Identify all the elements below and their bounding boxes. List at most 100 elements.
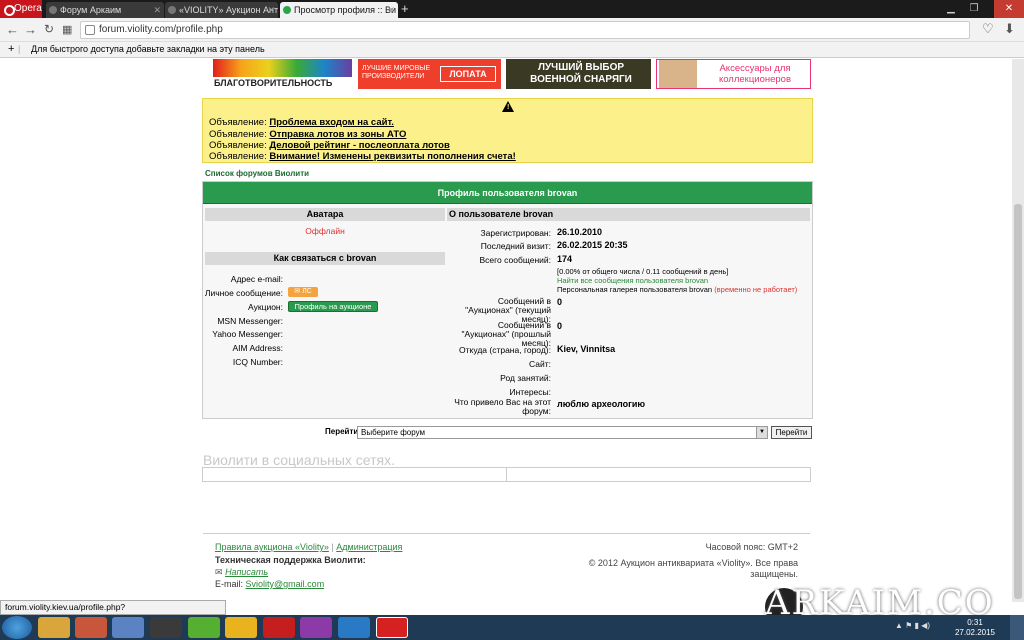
write-link[interactable]: Написать <box>225 567 268 577</box>
forward-icon[interactable]: → <box>24 22 37 37</box>
tab-forum-arkaim[interactable]: Форум Аркаим ✕ <box>46 2 164 18</box>
posts-stats: [0.00% от общего числа / 0.11 сообщений … <box>557 267 729 276</box>
aim-label: AIM Address: <box>232 343 283 353</box>
icq-label: ICQ Number: <box>232 357 283 367</box>
announcement-link[interactable]: Отправка лотов из зоны АТО <box>269 129 406 140</box>
media-player-icon[interactable] <box>75 617 107 638</box>
download-icon[interactable]: ⬇ <box>1004 21 1015 37</box>
steam-icon[interactable] <box>338 617 370 638</box>
url-text: forum.violity.com/profile.php <box>99 24 223 35</box>
close-window-button[interactable]: ✕ <box>994 0 1024 18</box>
support-email: E-mail: Sviolity@gmail.com <box>215 579 324 589</box>
banner-charity[interactable]: БЛАГОТВОРИТЕЛЬНОСТЬ <box>211 59 354 89</box>
banner-accessories[interactable]: Аксессуары для коллекционеров <box>656 59 811 89</box>
auction-label: Аукцион: <box>248 302 283 312</box>
registered-value: 26.10.2010 <box>557 227 603 237</box>
email-link[interactable]: Sviolity@gmail.com <box>246 579 325 589</box>
tab-title: «VIOLITY» Аукцион Анти <box>179 5 278 15</box>
tab-title: Просмотр профиля :: Ви <box>294 5 397 15</box>
explorer-icon[interactable] <box>38 617 70 638</box>
announcement-prefix: Объявление: <box>209 129 267 140</box>
brush-icon[interactable] <box>150 617 182 638</box>
taskbar: ▲ ⚑ ▮ ◀) 0:31 27.02.2015 <box>0 615 1024 640</box>
scrollbar-thumb[interactable] <box>1014 204 1022 599</box>
breadcrumb[interactable]: Список форумов Виолити <box>205 169 309 178</box>
reason-value: люблю археологию <box>557 399 646 409</box>
home-grid-icon[interactable]: ▦ <box>62 23 72 36</box>
opera-menu-button[interactable]: Opera <box>0 0 42 18</box>
shield-icon[interactable] <box>300 617 332 638</box>
support-title: Техническая поддержка Виолити: <box>215 555 366 565</box>
tab-violity-auction[interactable]: «VIOLITY» Аукцион Анти ✕ <box>165 2 278 18</box>
last-visit-label: Последний визит: <box>480 241 551 251</box>
url-input[interactable]: forum.violity.com/profile.php <box>80 21 970 39</box>
gallery-line: Персональная галерея пользователя brovan… <box>557 285 797 294</box>
divider <box>506 468 507 481</box>
clock-time: 0:31 <box>967 618 983 627</box>
opera-active-icon[interactable] <box>376 617 408 638</box>
announcement-link[interactable]: Деловой рейтинг - послеоплата лотов <box>269 140 449 151</box>
banner-lopata[interactable]: ЛУЧШИЕ МИРОВЫЕ ПРОИЗВОДИТЕЛИ ЛОПАТА <box>358 59 501 89</box>
banner-text: ЛУЧШИЙ ВЫБОР ВОЕННОЙ СНАРЯГИ <box>530 62 632 85</box>
show-desktop-button[interactable] <box>1010 615 1024 640</box>
page-icon <box>85 25 95 35</box>
bookmarks-bar: + | Для быстрого доступа добавьте заклад… <box>0 42 1024 58</box>
announcement-link[interactable]: Внимание! Изменены реквизиты пополнения … <box>269 151 515 162</box>
reload-icon[interactable]: ↻ <box>44 22 54 36</box>
forum-select-value: Выберите форум <box>361 428 425 437</box>
heart-icon[interactable]: ♡ <box>982 21 994 37</box>
footer: Правила аукциона «Violity» | Администрац… <box>203 533 810 602</box>
minimize-button[interactable]: ▁ <box>940 0 962 18</box>
chevron-down-icon[interactable]: ▼ <box>756 427 767 438</box>
auction-past-label: Сообщений в "Аукционах" (прошлый месяц): <box>461 320 551 348</box>
mail-icon[interactable] <box>225 617 257 638</box>
contact-header: Как связаться с brovan <box>205 252 445 265</box>
tab-title: Форум Аркаим <box>60 5 122 15</box>
clock[interactable]: 0:31 27.02.2015 <box>950 618 1000 638</box>
plus-icon[interactable] <box>188 617 220 638</box>
photo-icon <box>659 60 697 88</box>
msn-label: MSN Messenger: <box>217 316 283 326</box>
page-viewport: БЛАГОТВОРИТЕЛЬНОСТЬ ЛУЧШИЕ МИРОВЫЕ ПРОИЗ… <box>0 59 1012 602</box>
interests-label: Интересы: <box>509 387 551 397</box>
posts-value: 174 <box>557 254 573 264</box>
close-icon[interactable]: ✕ <box>267 2 275 18</box>
pm-label: Личное сообщение: <box>204 288 283 298</box>
opera-icon[interactable] <box>263 617 295 638</box>
separator: | <box>18 44 21 54</box>
tab-profile-view[interactable]: Просмотр профиля :: Ви ✕ <box>280 2 398 18</box>
auction-past-value: 0 <box>557 321 563 331</box>
social-title: Виолити в социальных сетях. <box>203 452 395 468</box>
find-posts-link[interactable]: Найти все сообщения пользователя brovan <box>557 276 708 285</box>
new-tab-button[interactable]: + <box>401 1 409 16</box>
yahoo-label: Yahoo Messenger: <box>212 329 283 339</box>
gallery-note: (временно не работает) <box>714 285 798 294</box>
gallery-link[interactable]: Персональная галерея пользователя brovan <box>557 285 712 294</box>
bookmarks-hint: Для быстрого доступа добавьте закладки н… <box>31 44 265 54</box>
footer-links: Правила аукциона «Violity» | Администрац… <box>215 542 402 552</box>
tray-icons[interactable]: ▲ ⚑ ▮ ◀) <box>895 621 945 633</box>
admin-link[interactable]: Администрация <box>336 542 402 552</box>
vertical-scrollbar[interactable] <box>1012 59 1024 602</box>
banner-military[interactable]: ЛУЧШИЙ ВЫБОР ВОЕННОЙ СНАРЯГИ <box>506 59 651 89</box>
auction-profile-button[interactable]: Профиль на аукционе <box>288 301 378 312</box>
go-button[interactable]: Перейти <box>771 426 812 439</box>
announcement-link[interactable]: Проблема входом на сайт. <box>269 117 394 128</box>
network-icon[interactable] <box>112 617 144 638</box>
location-label: Откуда (страна, город): <box>459 345 551 355</box>
avatar-header: Аватара <box>205 208 445 221</box>
announcement-item: Объявление: Отправка лотов из зоны АТО <box>209 129 406 140</box>
back-icon[interactable]: ← <box>6 22 19 37</box>
profile-title: Профиль пользователя brovan <box>203 182 812 204</box>
close-icon[interactable]: ✕ <box>153 2 161 18</box>
maximize-button[interactable]: ❐ <box>963 0 985 18</box>
send-pm-button[interactable]: ✉ ЛС <box>288 287 318 297</box>
start-button[interactable] <box>2 616 32 639</box>
last-visit-value: 26.02.2015 20:35 <box>557 240 628 250</box>
add-bookmark-icon[interactable]: + <box>8 42 14 57</box>
forum-select[interactable]: Выберите форум ▼ <box>357 426 768 439</box>
rules-link[interactable]: Правила аукциона «Violity» <box>215 542 329 552</box>
close-icon[interactable]: ✕ <box>387 2 395 18</box>
globe-icon <box>283 6 291 14</box>
jump-label: Перейти: <box>325 427 361 436</box>
